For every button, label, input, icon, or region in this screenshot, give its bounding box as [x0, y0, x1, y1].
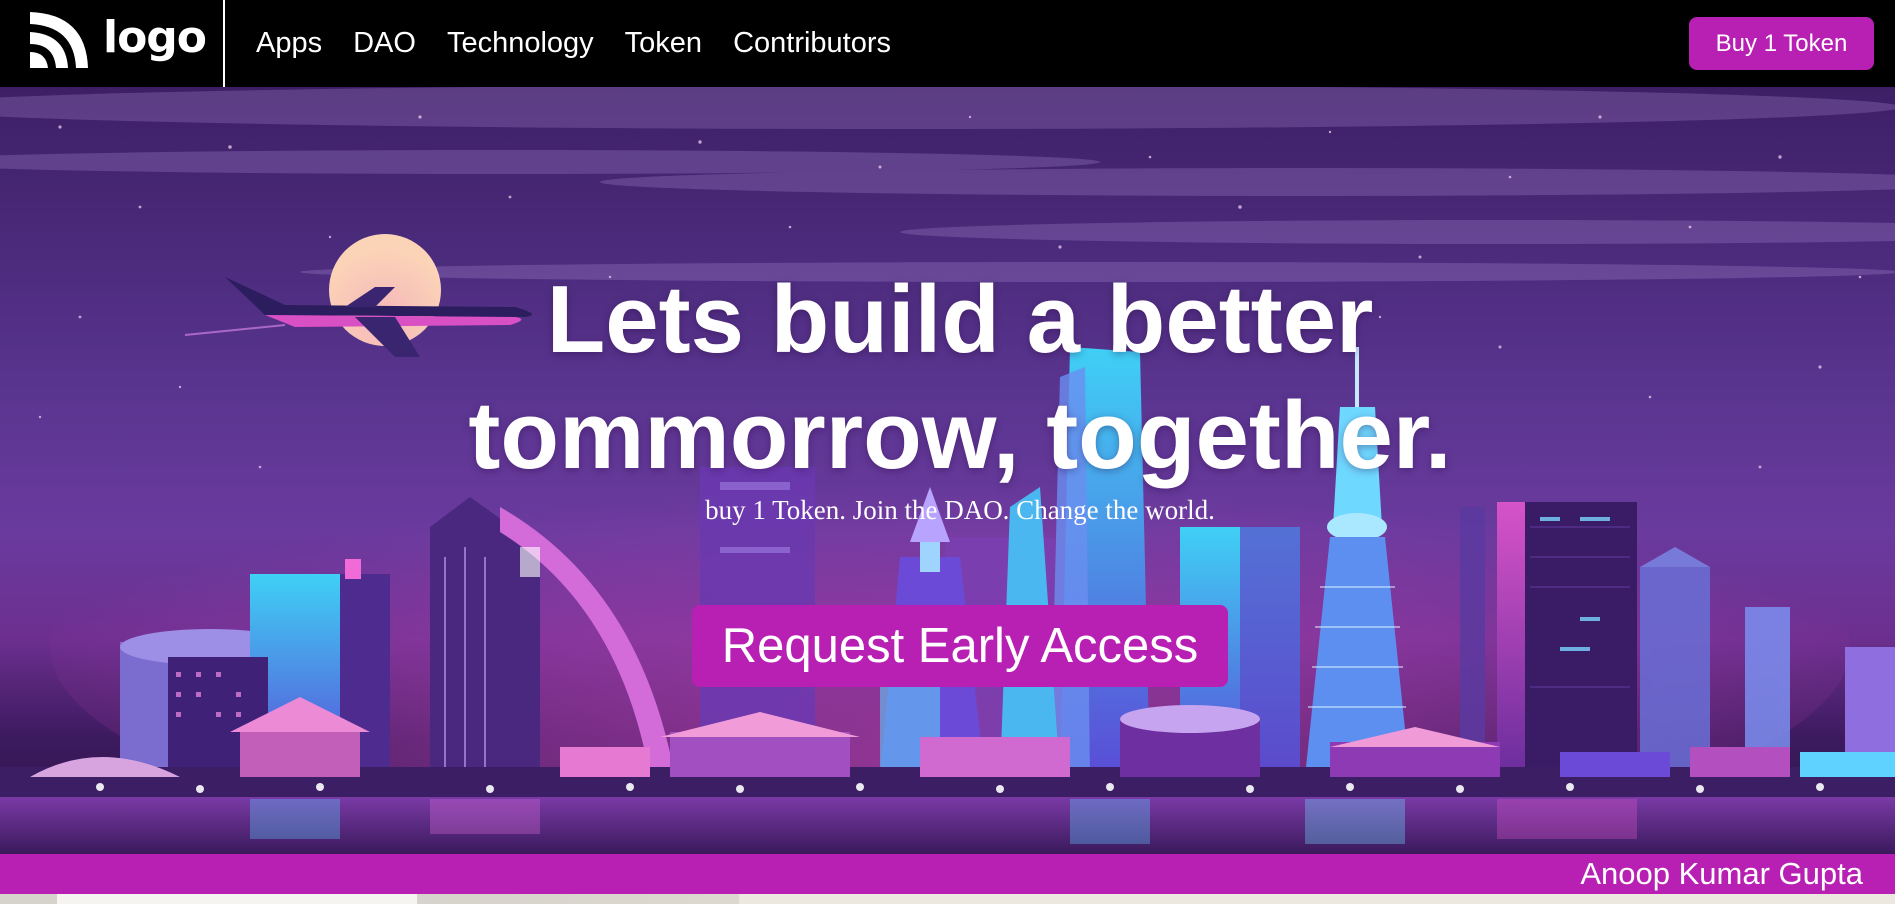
hero-headline-line2: tommorrow, together.	[468, 382, 1452, 489]
footer-bar: Anoop Kumar Gupta	[0, 854, 1895, 894]
nav-link-token[interactable]: Token	[625, 0, 702, 87]
nav-link-dao[interactable]: DAO	[353, 0, 416, 87]
bottom-strip	[0, 894, 1895, 904]
top-navbar: logo Apps DAO Technology Token Contribut…	[0, 0, 1895, 87]
brand[interactable]: logo	[0, 0, 225, 87]
brand-logo-text: logo	[103, 12, 207, 63]
nav-link-technology[interactable]: Technology	[447, 0, 594, 87]
nav-link-contributors[interactable]: Contributors	[733, 0, 891, 87]
nav-link-apps[interactable]: Apps	[256, 0, 322, 87]
hero-headline: Lets build a better tommorrow, together.	[0, 262, 1895, 494]
buy-token-button[interactable]: Buy 1 Token	[1689, 17, 1874, 70]
nav-links: Apps DAO Technology Token Contributors	[256, 0, 922, 87]
hero-tagline: buy 1 Token. Join the DAO. Change the wo…	[705, 495, 1215, 525]
footer-author: Anoop Kumar Gupta	[1580, 856, 1863, 891]
hero-headline-line1: Lets build a better	[546, 266, 1374, 373]
request-early-access-button[interactable]: Request Early Access	[692, 605, 1228, 687]
hero-section: Lets build a better tommorrow, together.…	[0, 87, 1895, 854]
rss-feed-icon	[30, 12, 88, 68]
cloud-bands	[0, 87, 1895, 282]
